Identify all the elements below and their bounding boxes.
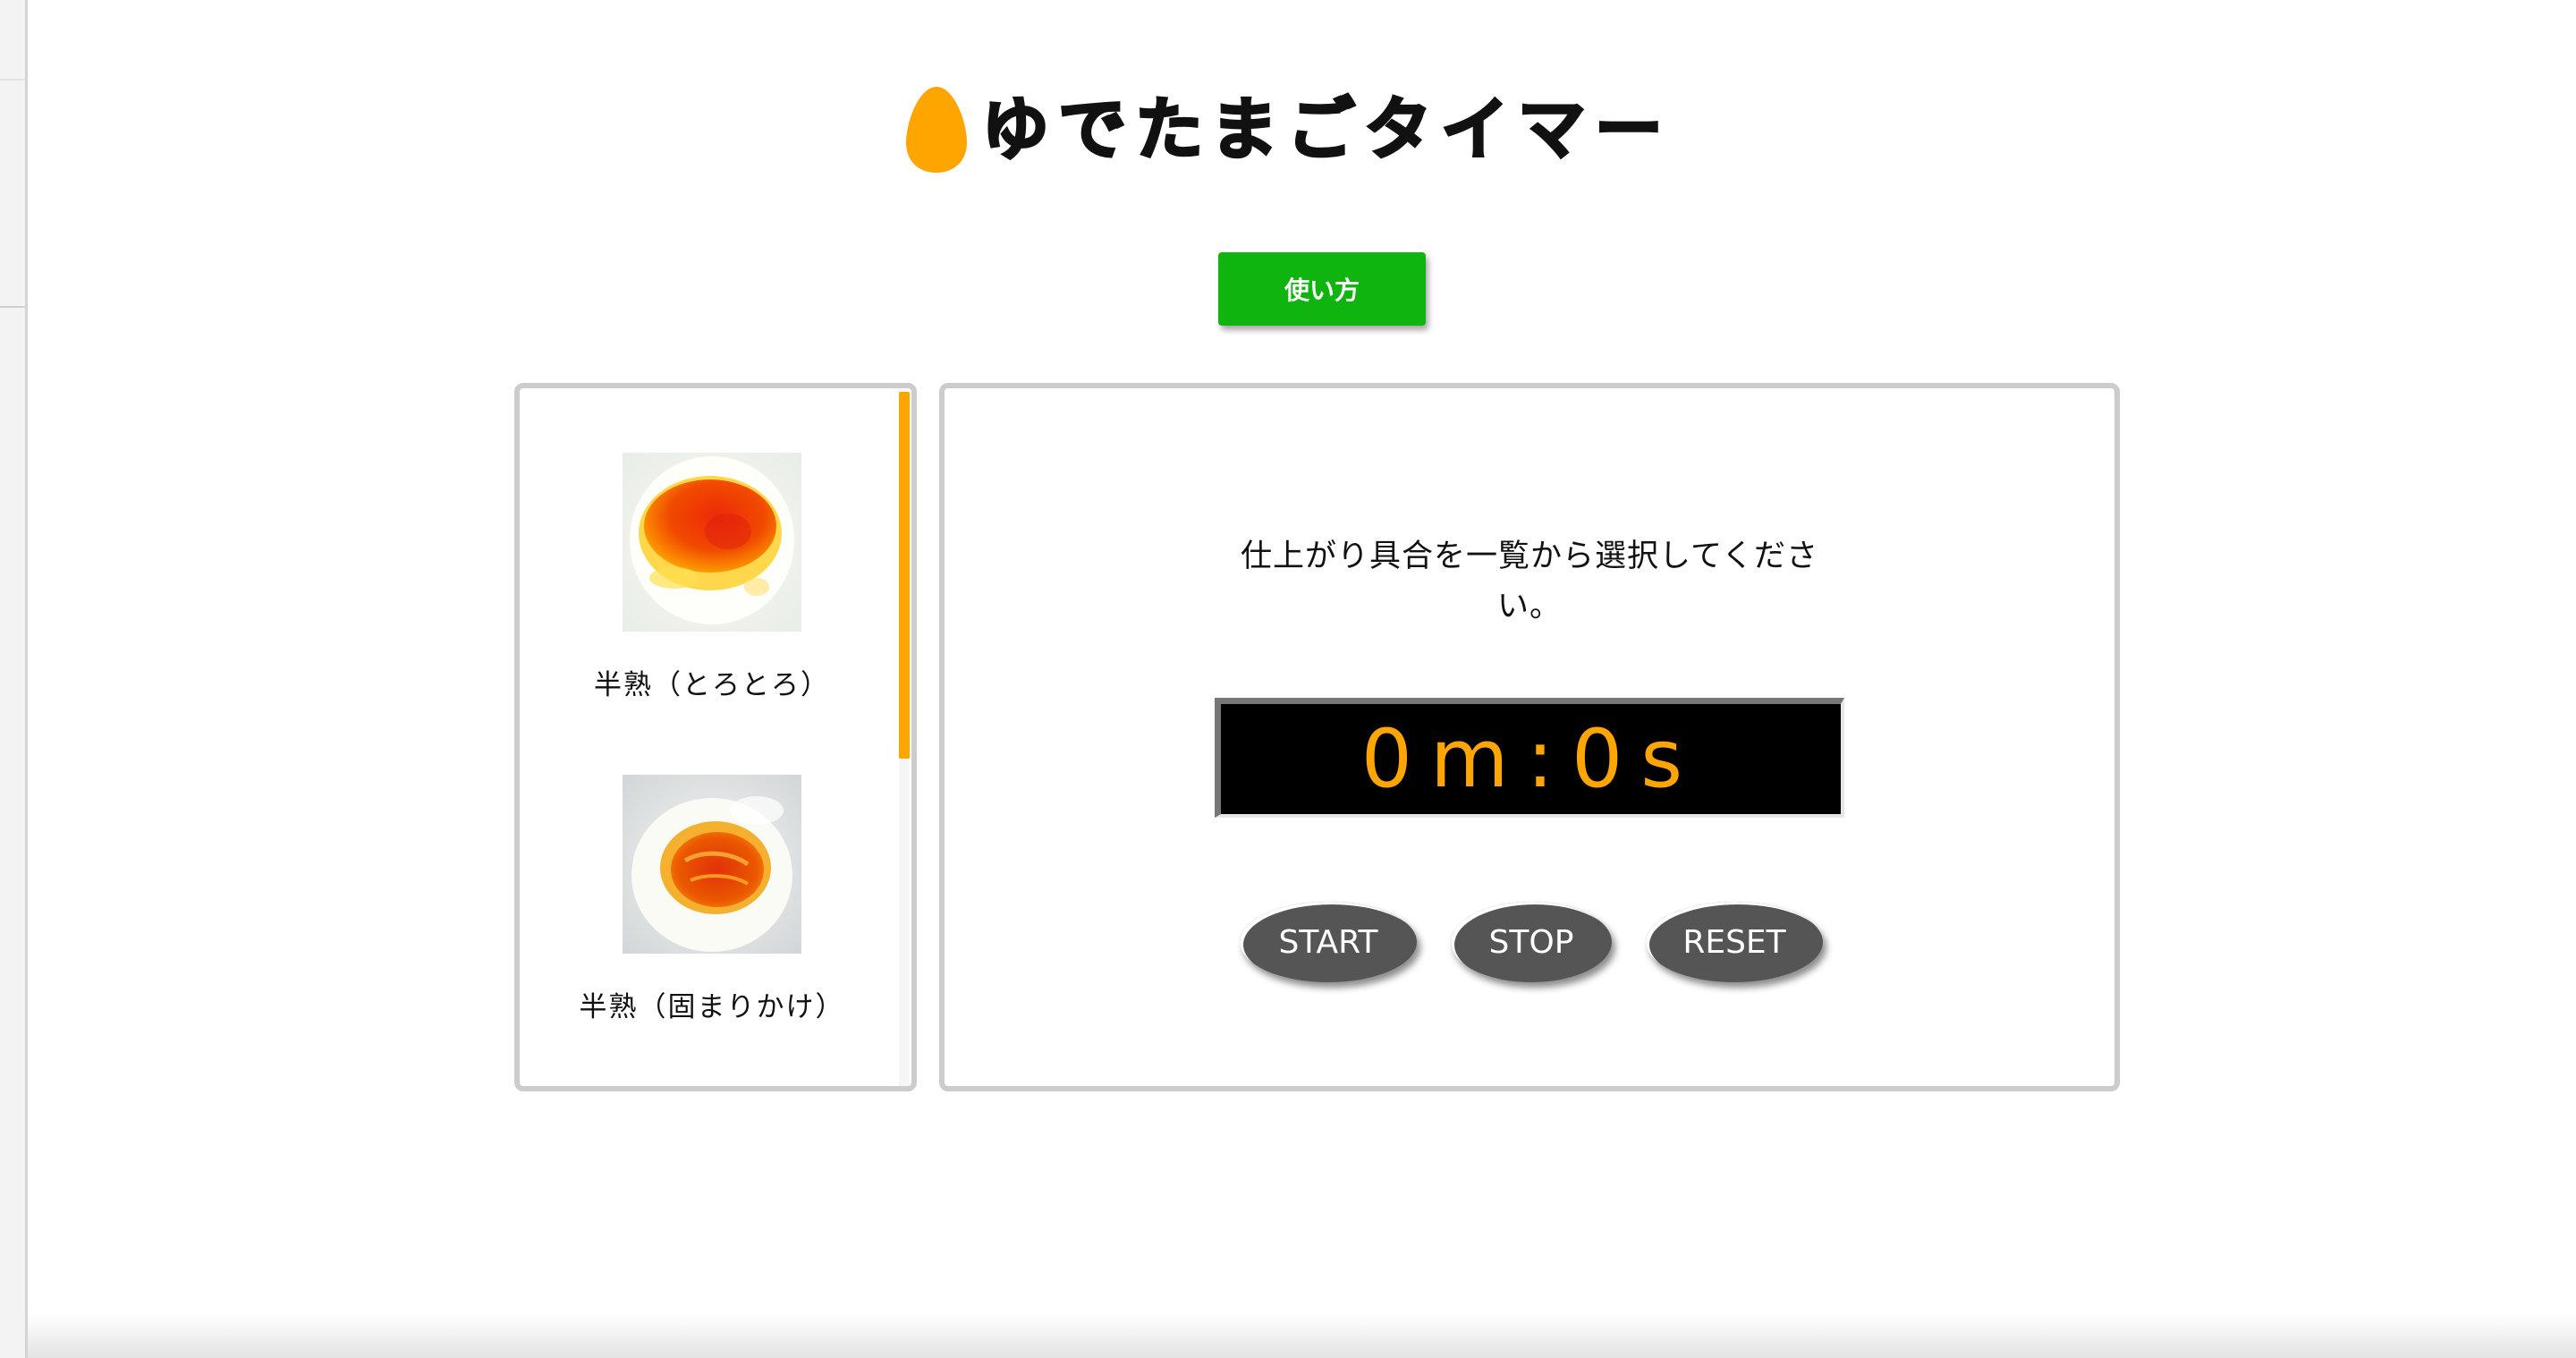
header-inner: ゆでたまごタイマー xyxy=(904,85,1672,174)
window-bottom-shadow xyxy=(28,1313,2576,1358)
doneness-menu-panel[interactable]: 半熟（とろとろ） 半熟（固まりかけ） xyxy=(514,383,917,1091)
timer-display: 0m:0s xyxy=(1215,698,1844,818)
reset-button[interactable]: RESET xyxy=(1646,902,1823,982)
instruction-text: 仕上がり具合を一覧から選択してください。 xyxy=(1241,539,1818,624)
menu-item-soft-setting[interactable]: 半熟（固まりかけ） xyxy=(520,775,904,1024)
window-left-edge xyxy=(0,0,28,1358)
menu-item-label: 半熟（とろとろ） xyxy=(594,669,830,701)
menu-item-soft-runny[interactable]: 半熟（とろとろ） xyxy=(520,453,904,702)
soft-boiled-setting-egg-photo[interactable] xyxy=(623,775,801,954)
page-title: ゆでたまごタイマー xyxy=(980,89,1672,169)
soft-boiled-runny-egg-photo[interactable] xyxy=(623,453,801,632)
timer-display-value: 0m:0s xyxy=(1360,711,1701,806)
timer-panel: 仕上がり具合を一覧から選択してください。 0m:0s START STOP RE… xyxy=(939,383,2120,1091)
egg-icon xyxy=(906,87,968,173)
page-header: ゆでたまごタイマー xyxy=(0,81,2576,179)
start-button[interactable]: START xyxy=(1240,902,1417,982)
menu-item-label: 半熟（固まりかけ） xyxy=(579,991,845,1023)
stop-button[interactable]: STOP xyxy=(1451,902,1612,982)
how-to-button[interactable]: 使い方 xyxy=(1218,252,1426,326)
